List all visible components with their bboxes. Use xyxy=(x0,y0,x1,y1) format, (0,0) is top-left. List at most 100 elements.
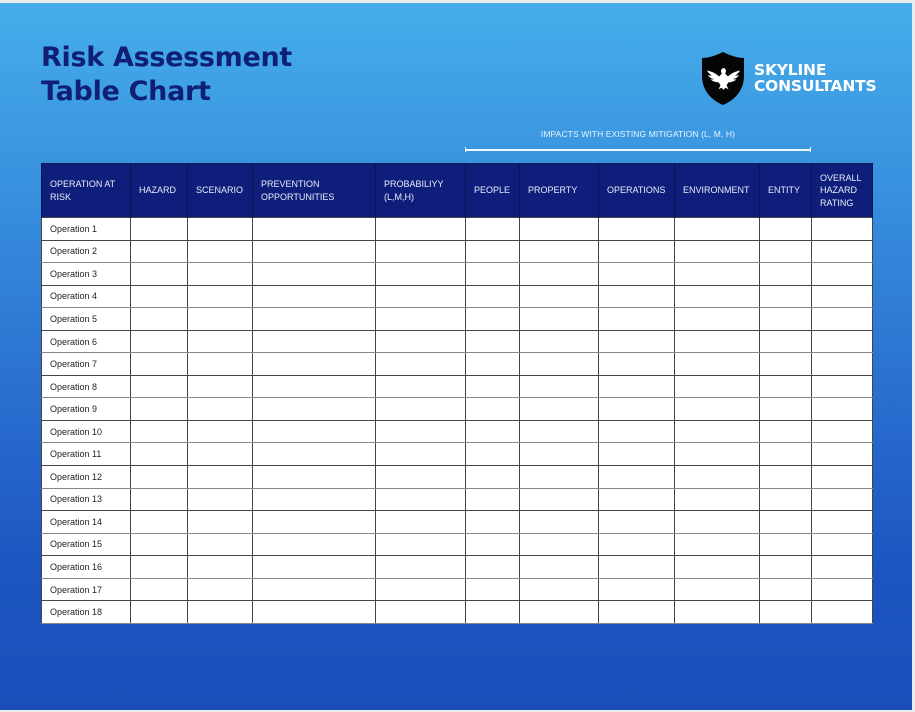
table-cell[interactable] xyxy=(598,284,675,309)
table-cell[interactable] xyxy=(130,352,188,376)
table-cell[interactable] xyxy=(811,555,873,579)
table-cell[interactable] xyxy=(465,577,520,602)
table-cell[interactable] xyxy=(375,374,466,399)
table-cell[interactable] xyxy=(375,555,466,579)
table-cell[interactable] xyxy=(598,262,675,286)
table-cell[interactable] xyxy=(130,600,188,624)
table-cell[interactable] xyxy=(759,352,812,376)
table-cell[interactable] xyxy=(252,555,376,579)
table-cell[interactable] xyxy=(598,307,675,331)
table-cell[interactable] xyxy=(465,600,520,624)
table-cell[interactable] xyxy=(759,577,812,602)
table-cell[interactable] xyxy=(187,555,253,579)
table-cell[interactable] xyxy=(465,352,520,376)
table-cell[interactable] xyxy=(465,419,520,444)
table-cell[interactable] xyxy=(759,307,812,331)
table-cell[interactable] xyxy=(130,487,188,512)
table-cell[interactable] xyxy=(130,510,188,534)
table-cell[interactable] xyxy=(252,487,376,512)
table-cell[interactable] xyxy=(130,577,188,602)
table-cell[interactable] xyxy=(811,284,873,309)
table-cell[interactable] xyxy=(811,262,873,286)
table-cell[interactable] xyxy=(519,510,599,534)
table-cell[interactable] xyxy=(674,329,760,354)
table-cell[interactable] xyxy=(465,532,520,557)
table-cell[interactable] xyxy=(187,352,253,376)
table-cell[interactable] xyxy=(811,532,873,557)
table-cell[interactable] xyxy=(375,262,466,286)
table-cell[interactable] xyxy=(187,465,253,489)
table-cell[interactable] xyxy=(674,217,760,241)
table-cell[interactable] xyxy=(674,397,760,421)
table-cell[interactable] xyxy=(598,329,675,354)
table-cell[interactable] xyxy=(759,510,812,534)
table-cell[interactable] xyxy=(811,465,873,489)
table-cell[interactable] xyxy=(674,487,760,512)
table-cell[interactable] xyxy=(674,532,760,557)
table-cell[interactable] xyxy=(519,284,599,309)
table-cell[interactable] xyxy=(375,465,466,489)
table-cell[interactable] xyxy=(598,532,675,557)
table-cell[interactable] xyxy=(252,577,376,602)
table-cell[interactable] xyxy=(598,217,675,241)
table-cell[interactable] xyxy=(674,465,760,489)
table-cell[interactable] xyxy=(465,262,520,286)
table-cell[interactable] xyxy=(252,329,376,354)
table-cell[interactable] xyxy=(674,555,760,579)
table-cell[interactable] xyxy=(759,284,812,309)
table-cell[interactable] xyxy=(598,352,675,376)
table-cell[interactable] xyxy=(375,352,466,376)
table-cell[interactable] xyxy=(674,577,760,602)
table-cell[interactable] xyxy=(598,555,675,579)
table-cell[interactable] xyxy=(811,307,873,331)
table-cell[interactable] xyxy=(759,239,812,264)
table-cell[interactable] xyxy=(519,329,599,354)
table-cell[interactable] xyxy=(252,374,376,399)
table-cell[interactable] xyxy=(811,397,873,421)
table-cell[interactable] xyxy=(130,419,188,444)
table-cell[interactable] xyxy=(759,532,812,557)
table-cell[interactable] xyxy=(465,329,520,354)
table-cell[interactable] xyxy=(519,465,599,489)
table-cell[interactable] xyxy=(375,577,466,602)
table-cell[interactable] xyxy=(759,555,812,579)
table-cell[interactable] xyxy=(759,465,812,489)
table-cell[interactable] xyxy=(674,419,760,444)
table-cell[interactable] xyxy=(674,239,760,264)
table-cell[interactable] xyxy=(674,352,760,376)
table-cell[interactable] xyxy=(252,262,376,286)
table-cell[interactable] xyxy=(811,510,873,534)
table-cell[interactable] xyxy=(465,555,520,579)
table-cell[interactable] xyxy=(375,217,466,241)
table-cell[interactable] xyxy=(187,600,253,624)
table-cell[interactable] xyxy=(811,374,873,399)
table-cell[interactable] xyxy=(130,397,188,421)
table-cell[interactable] xyxy=(811,442,873,467)
table-cell[interactable] xyxy=(252,284,376,309)
table-cell[interactable] xyxy=(519,374,599,399)
table-cell[interactable] xyxy=(252,352,376,376)
table-cell[interactable] xyxy=(759,600,812,624)
table-cell[interactable] xyxy=(465,397,520,421)
table-cell[interactable] xyxy=(811,239,873,264)
table-cell[interactable] xyxy=(519,239,599,264)
table-cell[interactable] xyxy=(674,262,760,286)
table-cell[interactable] xyxy=(811,600,873,624)
table-cell[interactable] xyxy=(252,600,376,624)
table-cell[interactable] xyxy=(130,329,188,354)
table-cell[interactable] xyxy=(598,442,675,467)
table-cell[interactable] xyxy=(465,284,520,309)
table-cell[interactable] xyxy=(252,532,376,557)
table-cell[interactable] xyxy=(759,329,812,354)
table-cell[interactable] xyxy=(375,510,466,534)
table-cell[interactable] xyxy=(519,262,599,286)
table-cell[interactable] xyxy=(187,307,253,331)
table-cell[interactable] xyxy=(375,307,466,331)
table-cell[interactable] xyxy=(759,217,812,241)
table-cell[interactable] xyxy=(252,442,376,467)
table-cell[interactable] xyxy=(130,555,188,579)
table-cell[interactable] xyxy=(130,217,188,241)
table-cell[interactable] xyxy=(187,217,253,241)
table-cell[interactable] xyxy=(375,600,466,624)
table-cell[interactable] xyxy=(519,600,599,624)
